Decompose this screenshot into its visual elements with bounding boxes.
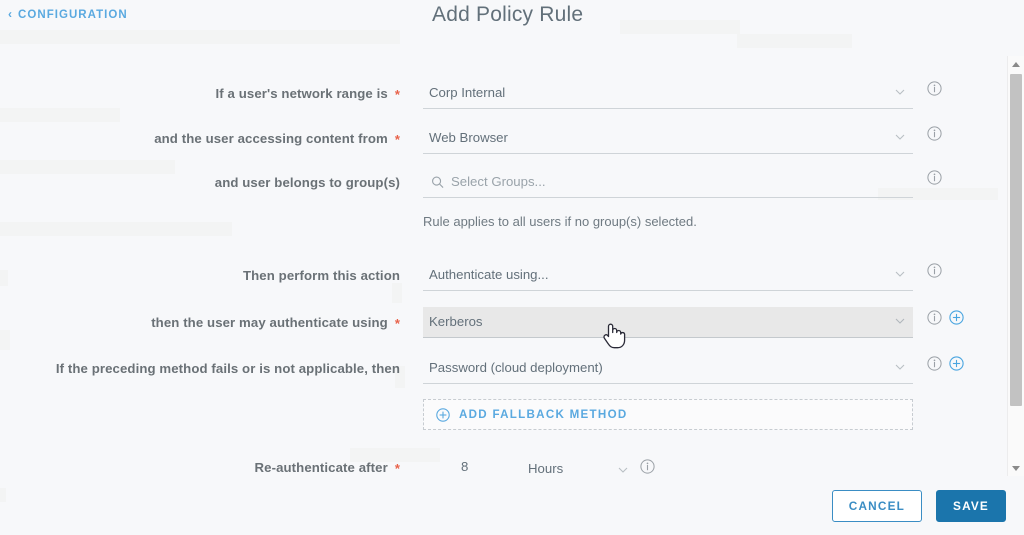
form-row-action: Then perform this action Authenticate us… [0, 258, 1024, 292]
chevron-down-icon [895, 362, 905, 372]
fallback-method-value: Password (cloud deployment) [429, 360, 603, 375]
form-row-fallback-method: If the preceding method fails or is not … [0, 351, 1024, 385]
scroll-down-button[interactable] [1008, 460, 1024, 476]
field-label: and user belongs to group(s) [214, 174, 400, 190]
info-icon[interactable] [927, 310, 942, 325]
field-label: then the user may authenticate using * [151, 314, 400, 331]
background-ghost-block [620, 20, 740, 34]
reauth-unit-select[interactable]: Hours [528, 458, 628, 478]
required-asterisk: * [394, 315, 400, 331]
required-asterisk: * [394, 460, 400, 476]
field-label: Re-authenticate after * [254, 459, 400, 476]
info-icon[interactable] [927, 263, 942, 278]
dialog-footer: CANCEL SAVE [0, 476, 1024, 535]
reauth-amount-input[interactable]: 8 [461, 459, 468, 474]
chevron-down-icon [895, 269, 905, 279]
chevron-down-icon [618, 462, 628, 473]
field-label: If the preceding method fails or is not … [55, 360, 400, 376]
background-ghost-block [737, 34, 852, 48]
chevron-down-icon [895, 87, 905, 97]
fallback-method-select[interactable]: Password (cloud deployment) [423, 353, 913, 384]
form-row-access-source: and the user accessing content from * Web… [0, 121, 1024, 155]
page-title: Add Policy Rule [432, 3, 584, 26]
back-to-configuration-link[interactable]: ‹ CONFIGURATION [8, 7, 128, 21]
add-fallback-method-button[interactable]: ADD FALLBACK METHOD [423, 399, 913, 430]
form-row-network-range: If a user's network range is * Corp Inter… [0, 76, 1024, 110]
field-label: and the user accessing content from * [154, 130, 400, 147]
triangle-up-icon [1012, 61, 1020, 67]
save-button[interactable]: SAVE [936, 489, 1006, 522]
info-icon[interactable] [927, 170, 942, 185]
background-ghost-block [0, 30, 400, 44]
info-icon[interactable] [927, 81, 942, 96]
back-link-label: CONFIGURATION [18, 9, 128, 21]
info-icon[interactable] [927, 126, 942, 141]
plus-circle-icon [436, 407, 450, 422]
required-asterisk: * [394, 131, 400, 147]
access-source-select[interactable]: Web Browser [423, 123, 913, 154]
auth-method-select[interactable]: Kerberos [423, 306, 913, 338]
cancel-button[interactable]: CANCEL [831, 489, 923, 522]
groups-helper-text: Rule applies to all users if no group(s)… [423, 214, 697, 229]
add-method-icon[interactable] [949, 356, 964, 371]
triangle-down-icon [1012, 465, 1020, 471]
form-row-auth-method: then the user may authenticate using * Ke… [0, 305, 1024, 339]
chevron-down-icon [895, 316, 905, 326]
reauth-unit-value: Hours [528, 460, 564, 476]
network-range-select[interactable]: Corp Internal [423, 78, 913, 109]
add-fallback-method-label: ADD FALLBACK METHOD [459, 408, 628, 421]
field-label: Then perform this action [243, 267, 400, 283]
auth-method-value: Kerberos [429, 314, 483, 329]
vertical-scrollbar[interactable] [1007, 56, 1024, 476]
chevron-left-icon: ‹ [8, 7, 14, 21]
add-method-icon[interactable] [949, 310, 964, 325]
info-icon[interactable] [927, 356, 942, 371]
access-source-value: Web Browser [429, 130, 508, 145]
groups-search-input[interactable]: Select Groups... [423, 167, 913, 198]
chevron-down-icon [895, 132, 905, 142]
scroll-up-button[interactable] [1008, 56, 1024, 72]
action-select[interactable]: Authenticate using... [423, 260, 913, 291]
required-asterisk: * [394, 86, 400, 102]
form-scroll-area: If a user's network range is * Corp Inter… [0, 56, 1024, 476]
network-range-value: Corp Internal [429, 85, 506, 100]
info-icon[interactable] [640, 459, 655, 474]
action-value: Authenticate using... [429, 267, 549, 282]
scrollbar-thumb[interactable] [1010, 74, 1022, 406]
form-row-groups: and user belongs to group(s) Select Grou… [0, 165, 1024, 199]
search-icon [431, 175, 444, 188]
field-label: If a user's network range is * [215, 85, 400, 102]
